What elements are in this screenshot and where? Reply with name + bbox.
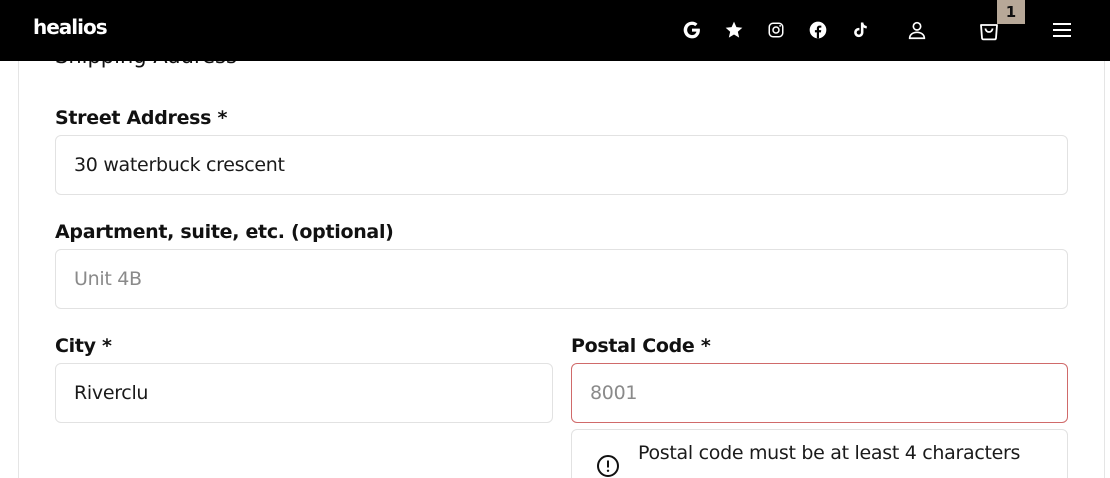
postal-code-error-text: Postal code must be at least 4 character… <box>638 442 1021 464</box>
facebook-icon[interactable] <box>802 14 834 46</box>
city-label: City * <box>55 335 112 357</box>
user-icon[interactable] <box>901 14 933 46</box>
star-icon[interactable] <box>718 14 750 46</box>
google-icon[interactable] <box>676 14 708 46</box>
instagram-icon[interactable] <box>760 14 792 46</box>
apartment-label: Apartment, suite, etc. (optional) <box>55 221 394 243</box>
postal-code-error-message: Postal code must be at least 4 character… <box>571 429 1068 478</box>
street-address-value: 30 waterbuck crescent <box>74 154 285 176</box>
top-header: healios <box>0 0 1110 61</box>
apartment-input[interactable]: Unit 4B <box>55 249 1068 309</box>
cart-count-badge: 1 <box>997 0 1025 24</box>
tiktok-icon[interactable] <box>844 14 876 46</box>
city-value: Riverclu <box>74 382 149 404</box>
apartment-placeholder: Unit 4B <box>74 268 142 290</box>
street-address-input[interactable]: 30 waterbuck crescent <box>55 135 1068 195</box>
postal-code-placeholder: 8001 <box>590 382 638 404</box>
postal-code-input[interactable]: 8001 <box>571 363 1068 423</box>
menu-icon[interactable] <box>1046 14 1078 46</box>
postal-code-label: Postal Code * <box>571 335 711 357</box>
brand-logo[interactable]: healios <box>33 15 108 39</box>
street-address-label: Street Address * <box>55 107 228 129</box>
city-input[interactable]: Riverclu <box>55 363 553 423</box>
alert-circle-icon <box>596 454 620 478</box>
